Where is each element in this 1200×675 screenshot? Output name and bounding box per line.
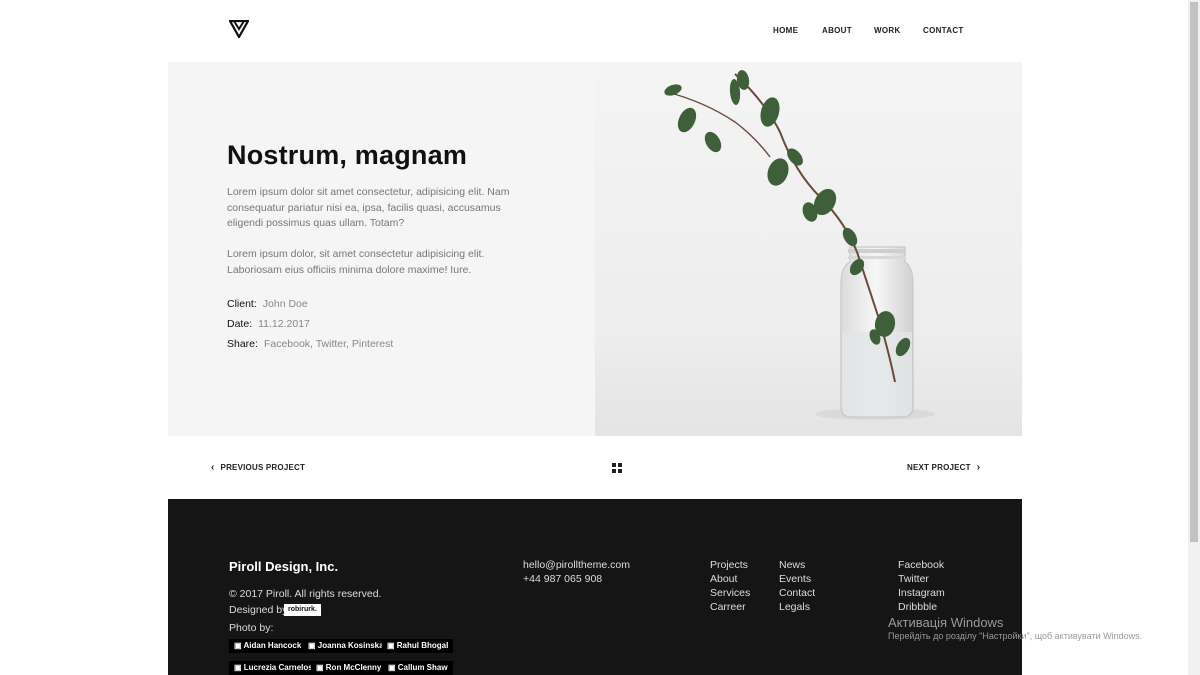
grid-icon[interactable] — [612, 463, 622, 473]
plant-jar-illustration — [595, 62, 1022, 436]
windows-activation-title: Активація Windows — [888, 615, 1004, 630]
footer-email[interactable]: hello@pirolltheme.com — [523, 559, 630, 571]
chevron-right-icon: › — [976, 462, 981, 473]
footer-link-legals[interactable]: Legals — [779, 601, 810, 613]
designed-by-label: Designed by — [229, 604, 288, 616]
footer-link-twitter[interactable]: Twitter — [898, 573, 929, 585]
share-row: Share: Facebook, Twitter, Pinterest — [227, 338, 393, 350]
photo-by-label: Photo by: — [229, 622, 274, 634]
designer-badge[interactable]: robirurk. — [284, 604, 321, 616]
client-row: Client: John Doe — [227, 298, 308, 310]
camera-icon: ▣ — [308, 641, 318, 650]
footer-link-carreer[interactable]: Carreer — [710, 601, 746, 613]
footer-link-events[interactable]: Events — [779, 573, 811, 585]
footer-phone[interactable]: +44 987 065 908 — [523, 573, 602, 585]
previous-project-label: PREVIOUS PROJECT — [220, 463, 306, 472]
project-title: Nostrum, magnam — [227, 140, 468, 170]
date-row: Date: 11.12.2017 — [227, 318, 310, 330]
client-value: John Doe — [262, 298, 308, 310]
photographer-badge[interactable]: ▣ Lucrezia Carnelos — [229, 661, 318, 675]
camera-icon: ▣ — [388, 663, 398, 672]
photographer-badge[interactable]: ▣ Ron McClenny — [311, 661, 387, 675]
scrollbar-thumb[interactable] — [1190, 2, 1198, 542]
footer-link-services[interactable]: Services — [710, 587, 750, 599]
nav-contact[interactable]: CONTACT — [923, 26, 964, 35]
share-label: Share: — [227, 338, 258, 350]
windows-activation-hint: Перейдіть до розділу "Настройки", щоб ак… — [888, 631, 1143, 641]
photographer-badge[interactable]: ▣ Aidan Hancock — [229, 639, 307, 653]
photographer-badge[interactable]: ▣ Rahul Bhogal — [382, 639, 454, 653]
previous-project-link[interactable]: ‹ PREVIOUS PROJECT — [211, 462, 305, 473]
footer-link-news[interactable]: News — [779, 559, 805, 571]
chevron-left-icon: ‹ — [211, 462, 215, 473]
footer-link-contact[interactable]: Contact — [779, 587, 815, 599]
photographer-badge[interactable]: ▣ Callum Shaw — [383, 661, 453, 675]
camera-icon: ▣ — [234, 663, 244, 672]
photographer-badge[interactable]: ▣ Joanna Kosinska — [303, 639, 389, 653]
footer-company-name: Piroll Design, Inc. — [229, 559, 339, 574]
footer-link-about[interactable]: About — [710, 573, 737, 585]
project-description-1: Lorem ipsum dolor sit amet consectetur, … — [227, 186, 510, 229]
site-header: HOME ABOUT WORK CONTACT — [0, 0, 1188, 62]
copyright: © 2017 Piroll. All rights reserved. — [229, 588, 382, 600]
footer-link-instagram[interactable]: Instagram — [898, 587, 945, 599]
date-value: 11.12.2017 — [258, 318, 310, 330]
footer-link-facebook[interactable]: Facebook — [898, 559, 944, 571]
nav-home[interactable]: HOME — [773, 26, 798, 35]
footer-link-projects[interactable]: Projects — [710, 559, 748, 571]
next-project-link[interactable]: NEXT PROJECT › — [907, 462, 980, 473]
nav-work[interactable]: WORK — [874, 26, 901, 35]
camera-icon: ▣ — [387, 641, 397, 650]
nav-about[interactable]: ABOUT — [822, 26, 852, 35]
page-scrollbar[interactable] — [1188, 0, 1200, 675]
next-project-label: NEXT PROJECT — [907, 463, 971, 472]
share-links[interactable]: Facebook, Twitter, Pinterest — [264, 338, 393, 350]
project-description-2: Lorem ipsum dolor, sit amet consectetur … — [227, 248, 485, 276]
client-label: Client: — [227, 298, 257, 310]
project-image — [595, 62, 1022, 436]
main-nav: HOME ABOUT WORK CONTACT — [0, 26, 1188, 38]
camera-icon: ▣ — [316, 663, 326, 672]
date-label: Date: — [227, 318, 253, 330]
footer-link-dribbble[interactable]: Dribbble — [898, 601, 937, 613]
